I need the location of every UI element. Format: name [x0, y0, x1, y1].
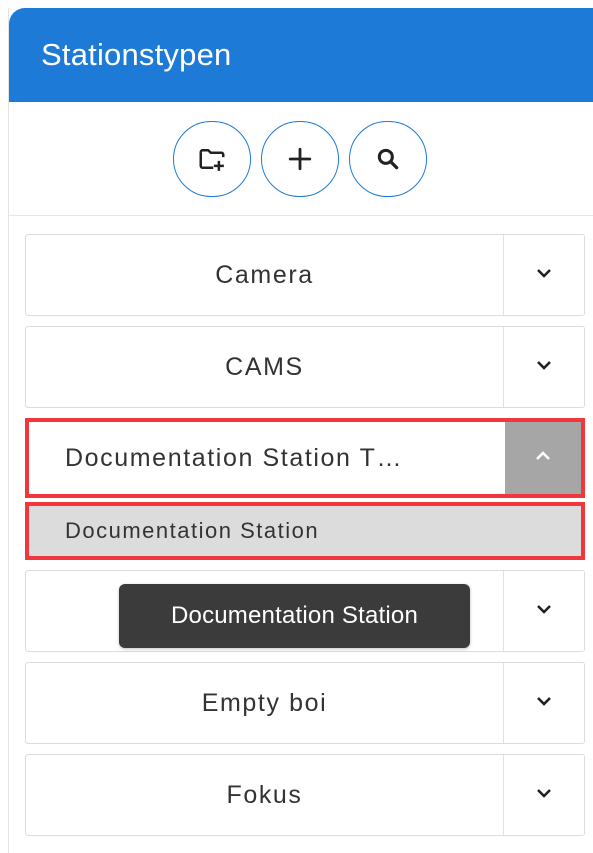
- panel-header: Stationstypen: [9, 8, 593, 102]
- expand-toggle[interactable]: [503, 571, 584, 651]
- expand-toggle[interactable]: [503, 755, 584, 835]
- group-label[interactable]: Fokus: [26, 755, 503, 835]
- group-empty-boi: Empty boi: [25, 662, 585, 744]
- search-button[interactable]: [348, 120, 427, 197]
- tooltip: Documentation Station: [119, 584, 470, 648]
- group-label[interactable]: Camera: [26, 235, 503, 315]
- group-label[interactable]: CAMS: [26, 327, 503, 407]
- group-label[interactable]: Documentation Station T…: [29, 422, 505, 494]
- stationstypen-panel: Stationstypen Camera CAMS Documentation …: [8, 8, 593, 853]
- chevron-down-icon: [535, 694, 553, 712]
- expand-toggle[interactable]: [503, 327, 584, 407]
- group-fokus: Fokus: [25, 754, 585, 836]
- group-cams: CAMS: [25, 326, 585, 408]
- search-icon: [375, 146, 401, 172]
- list-item-documentation-station[interactable]: Documentation Station: [25, 502, 585, 560]
- toolbar: [9, 102, 593, 216]
- chevron-down-icon: [535, 266, 553, 284]
- chevron-down-icon: [535, 786, 553, 804]
- add-button[interactable]: [260, 120, 339, 197]
- panel-title: Stationstypen: [41, 37, 232, 72]
- group-camera: Camera: [25, 234, 585, 316]
- collapse-toggle[interactable]: [505, 422, 581, 494]
- group-documentation-station-types: Documentation Station T…: [25, 418, 585, 498]
- expand-toggle[interactable]: [503, 663, 584, 743]
- add-folder-button[interactable]: [172, 120, 251, 197]
- stationstypen-list: Camera CAMS Documentation Station T… Doc…: [25, 234, 585, 846]
- group-label[interactable]: Empty boi: [26, 663, 503, 743]
- plus-icon: [287, 146, 313, 172]
- chevron-down-icon: [535, 602, 553, 620]
- chevron-up-icon: [534, 449, 552, 467]
- folder-plus-icon: [197, 144, 227, 174]
- expand-toggle[interactable]: [503, 235, 584, 315]
- chevron-down-icon: [535, 358, 553, 376]
